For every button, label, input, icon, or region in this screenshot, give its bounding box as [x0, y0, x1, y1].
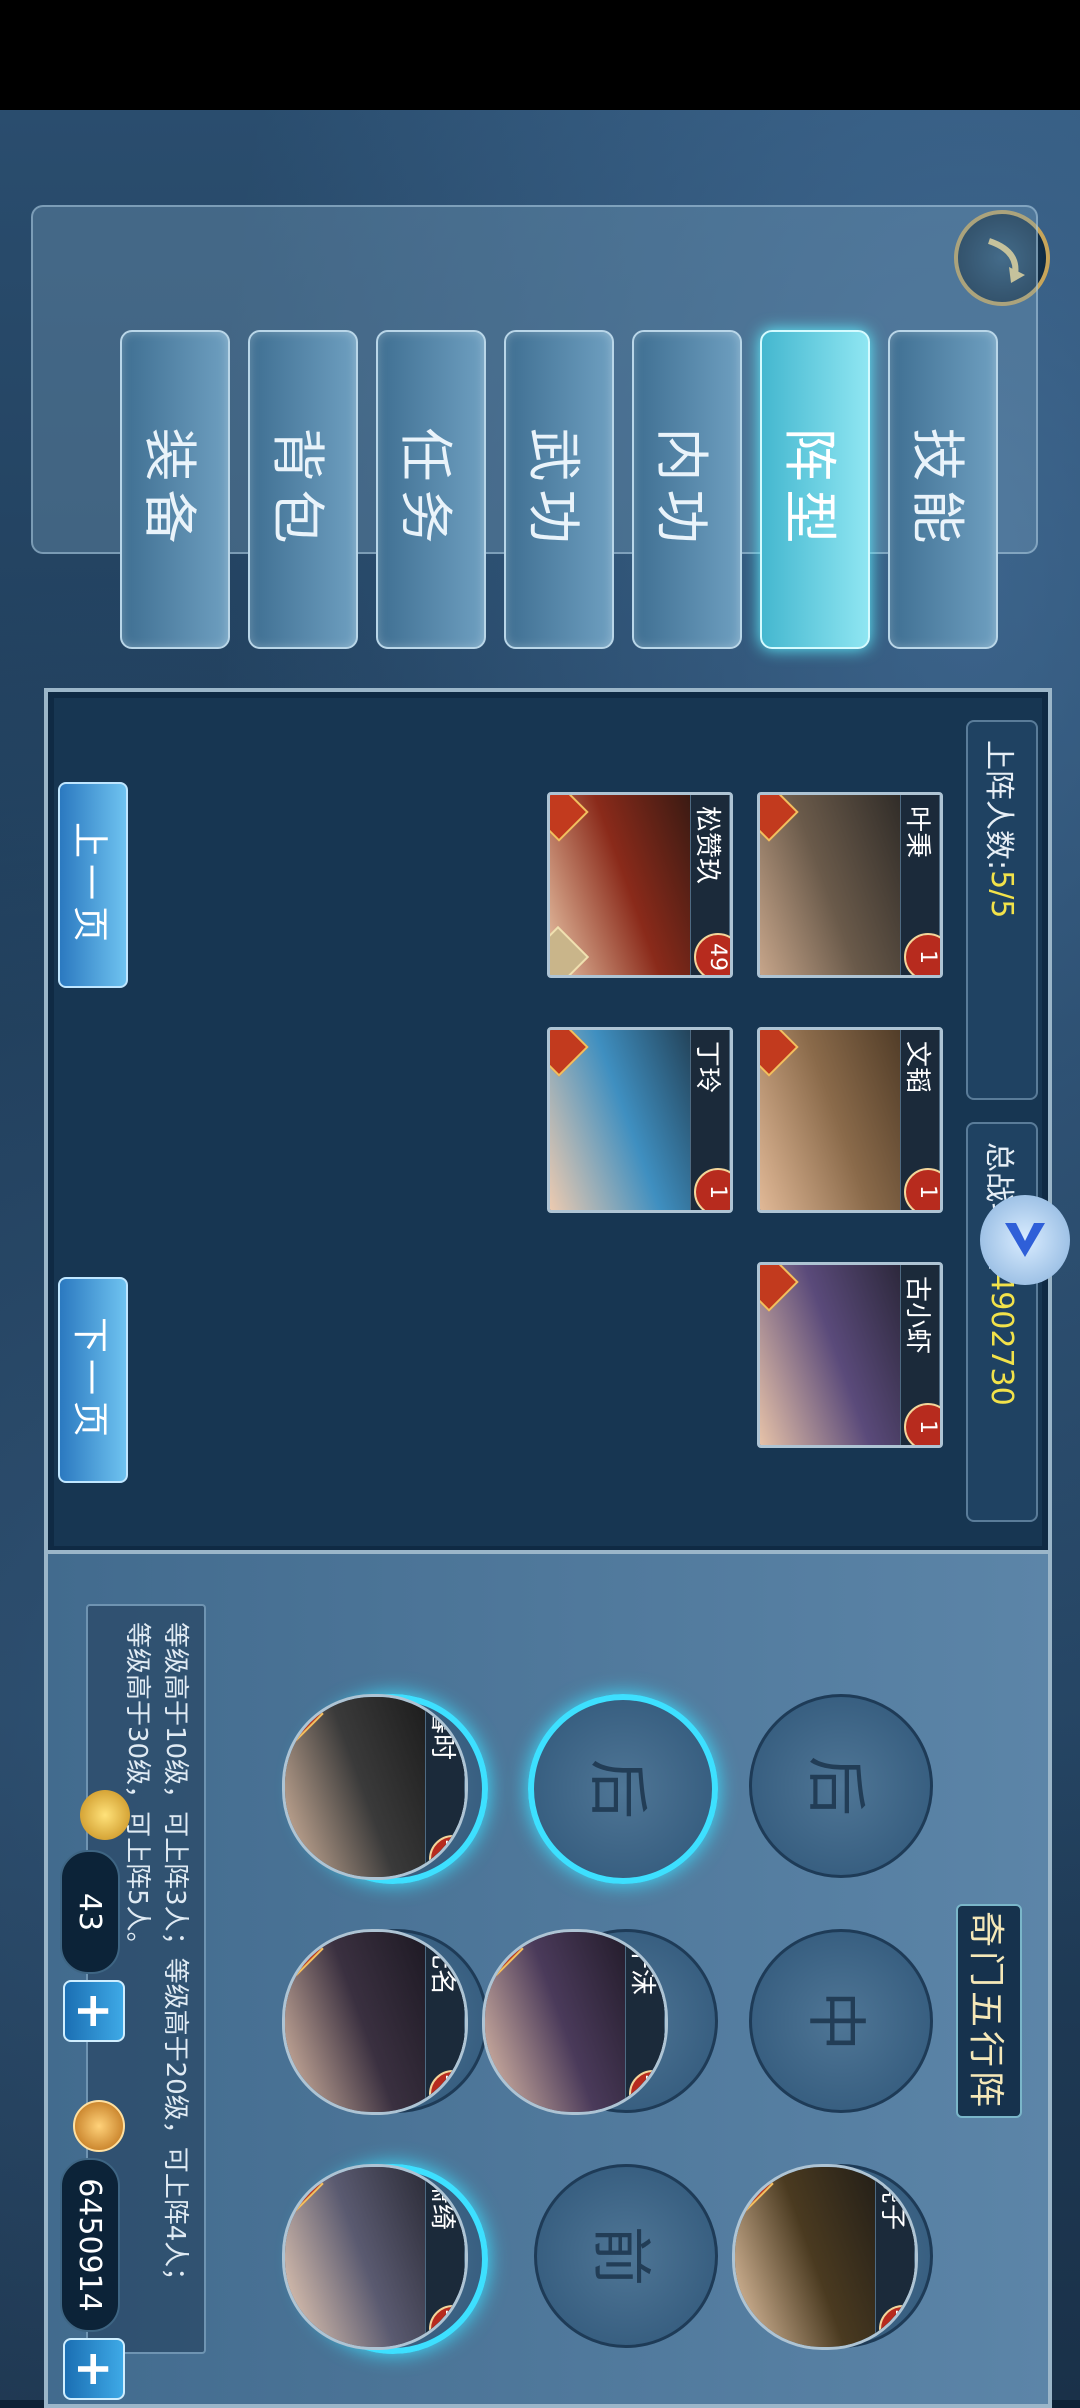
game-canvas: 上阵人数: 5/5 总战斗力: 4902730 叶秉 1 文韬 1 古小虾 1 — [0, 110, 1080, 2408]
slot-label: 前 — [585, 2226, 656, 2286]
roster-hero-card[interactable]: 古小虾 1 — [757, 1262, 943, 1448]
formation-hero[interactable]: 千沫 102 — [482, 1929, 668, 2115]
tab-skills[interactable]: 技能 — [888, 330, 998, 649]
deployed-count: 上阵人数: 5/5 — [966, 720, 1038, 1100]
tab-equipment[interactable]: 装备 — [120, 330, 230, 649]
hero-level-badge: 102 — [429, 2070, 468, 2115]
formation-hero[interactable]: 无名 102 — [282, 1929, 468, 2115]
hero-level-badge: 49 — [694, 933, 733, 978]
hero-level-badge: 102 — [429, 1835, 468, 1880]
hint-line: 等级高于10级，可上阵3人；等级高于20级，可上阵4人； — [160, 1622, 190, 2294]
slot-label: 后 — [800, 1756, 871, 1816]
roster-panel: 上阵人数: 5/5 总战斗力: 4902730 叶秉 1 文韬 1 古小虾 1 — [44, 688, 1052, 1556]
hero-level-badge: 1 — [904, 933, 943, 978]
hero-level-badge: 102 — [629, 2070, 668, 2115]
coin-count: 6450914 — [60, 2158, 120, 2332]
tab-formation[interactable]: 阵型 — [760, 330, 870, 649]
formation-title: 奇门五行阵 — [956, 1904, 1022, 2118]
roster-hero-card[interactable]: 丁玲 1 — [547, 1027, 733, 1213]
tab-quests[interactable]: 任务 — [376, 330, 486, 649]
add-ingots-button[interactable]: + — [63, 1980, 125, 2042]
deployed-label: 上阵人数: — [981, 740, 1016, 871]
tab-martial-arts[interactable]: 武功 — [504, 330, 614, 649]
power-value: 4902730 — [984, 1272, 1020, 1406]
status-bar — [0, 0, 1080, 110]
formation-hero[interactable]: 萧绮 101 — [282, 2164, 468, 2350]
slot-front-middle[interactable]: 前 — [534, 2164, 718, 2348]
hero-level-badge: 1 — [904, 1403, 943, 1448]
tab-bag[interactable]: 背包 — [248, 330, 358, 649]
next-page-button[interactable]: 下一页 — [58, 1277, 128, 1483]
roster-hero-card[interactable]: 松赞玖 49 — [547, 792, 733, 978]
hero-level-badge: 101 — [429, 2305, 468, 2350]
roster-hero-card[interactable]: 文韬 1 — [757, 1027, 943, 1213]
floating-assistant-button[interactable] — [980, 1195, 1070, 1285]
gold-ingot-icon — [80, 1790, 130, 1840]
v-logo-icon — [1005, 1223, 1045, 1257]
copper-coin-icon — [73, 2100, 125, 2152]
prev-page-button[interactable]: 上一页 — [58, 782, 128, 988]
slot-middle-top[interactable]: 中 — [749, 1929, 933, 2113]
slot-label: 后 — [582, 1759, 653, 1819]
roster-hero-card[interactable]: 叶秉 1 — [757, 792, 943, 978]
hero-level-badge: 1 — [904, 1168, 943, 1213]
formation-hero[interactable]: 暮时 102 — [282, 1694, 468, 1880]
slot-label: 中 — [800, 1991, 871, 2051]
hero-level-badge: 100 — [879, 2305, 918, 2350]
hint-line: 等级高于30级，可上阵5人。 — [122, 1622, 152, 1958]
total-power: 总战斗力: 4902730 — [966, 1122, 1038, 1522]
slot-back-top[interactable]: 后 — [749, 1694, 933, 1878]
formation-panel: 奇门五行阵 后 中 后 前 暮时 102 千沫 102 无名 102 虎子 10… — [44, 1550, 1052, 2408]
slot-back-middle[interactable]: 后 — [528, 1694, 718, 1884]
tab-inner-power[interactable]: 内功 — [632, 330, 742, 649]
ingot-count: 43 — [60, 1850, 120, 1974]
hero-level-badge: 1 — [694, 1168, 733, 1213]
add-coins-button[interactable]: + — [63, 2338, 125, 2400]
formation-hero[interactable]: 虎子 100 — [732, 2164, 918, 2350]
deployed-value: 5/5 — [984, 870, 1020, 919]
